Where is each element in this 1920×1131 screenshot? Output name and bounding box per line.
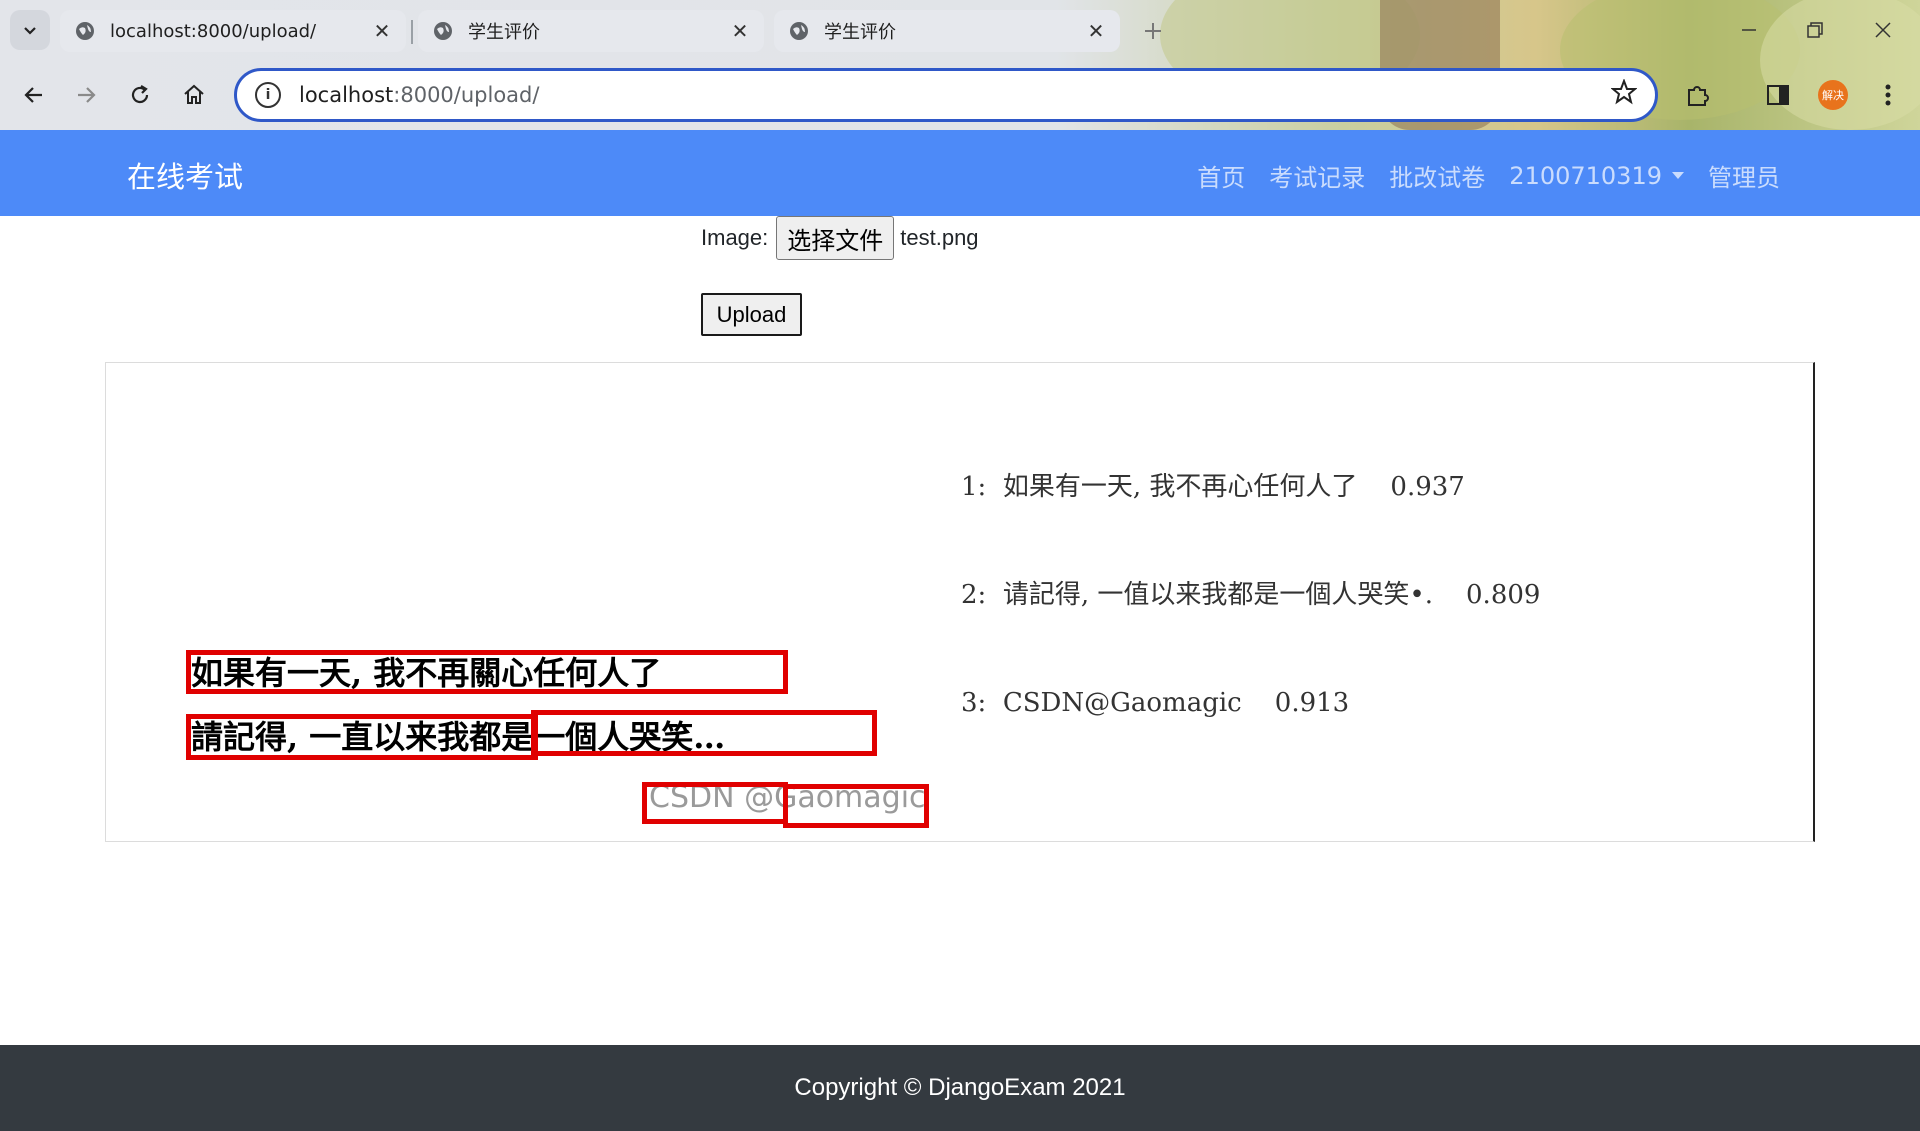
image-upload-row: Image: 选择文件 test.png — [701, 216, 979, 260]
detection-box — [531, 710, 877, 756]
reload-icon — [131, 85, 149, 104]
arrow-left-icon — [24, 87, 42, 103]
chevron-down-icon — [24, 27, 36, 35]
bookmark-star-icon[interactable] — [1610, 77, 1638, 112]
restore-button[interactable] — [1792, 10, 1838, 50]
ocr-results-list: 1: 如果有一天, 我不再心任何人了 0.937 2: 请記得, 一值以来我都是… — [961, 397, 1540, 793]
tab-title: 学生评价 — [468, 22, 540, 43]
upload-button[interactable]: Upload — [701, 293, 802, 336]
detection-box — [642, 782, 788, 824]
close-icon[interactable]: ✕ — [372, 19, 392, 43]
nav-link-exam-records[interactable]: 考试记录 — [1269, 158, 1365, 193]
new-tab-button[interactable] — [1136, 14, 1170, 48]
url-path: :8000/upload/ — [393, 83, 540, 107]
caret-down-icon — [1672, 172, 1684, 179]
side-panel-button[interactable] — [1756, 73, 1800, 117]
tab-title: localhost:8000/upload/ — [110, 20, 317, 42]
close-icon[interactable]: ✕ — [1086, 19, 1106, 43]
detection-box — [783, 784, 929, 828]
close-icon[interactable]: ✕ — [730, 19, 750, 43]
tab-student-eval-2[interactable]: 学生评价 ✕ — [774, 10, 1120, 52]
restore-icon — [1807, 22, 1823, 38]
ocr-result-line: 1: 如果有一天, 我不再心任何人了 0.937 — [961, 472, 1465, 502]
kebab-menu-icon — [1885, 84, 1891, 106]
detection-box — [186, 714, 538, 760]
back-button[interactable] — [12, 73, 56, 117]
nav-link-home[interactable]: 首页 — [1197, 158, 1245, 193]
arrow-right-icon — [78, 87, 96, 103]
globe-icon — [790, 22, 808, 40]
tab-student-eval-1[interactable]: 学生评价 ✕ — [418, 10, 764, 52]
ocr-result-line: 3: CSDN@Gaomagic 0.913 — [961, 688, 1350, 718]
forward-button[interactable] — [64, 73, 108, 117]
site-info-icon[interactable]: i — [255, 82, 281, 108]
site-footer: Copyright © DjangoExam 2021 — [0, 1045, 1920, 1131]
image-label: Image: — [701, 225, 769, 250]
url-text[interactable]: localhost:8000/upload/ — [299, 83, 1611, 107]
home-button[interactable] — [172, 73, 216, 117]
side-panel-icon — [1767, 85, 1789, 105]
minimize-icon — [1742, 29, 1756, 31]
tab-strip: localhost:8000/upload/ ✕ 学生评价 ✕ 学生评价 ✕ — [0, 0, 1920, 60]
address-bar[interactable]: i localhost:8000/upload/ — [234, 68, 1658, 122]
menu-button[interactable] — [1866, 73, 1910, 117]
minimize-button[interactable] — [1726, 10, 1772, 50]
reload-button[interactable] — [118, 73, 162, 117]
globe-icon — [434, 22, 452, 40]
star-icon — [1610, 77, 1638, 104]
ocr-result-image: 1: 如果有一天, 我不再心任何人了 0.937 2: 请記得, 一值以来我都是… — [105, 362, 1815, 842]
nav-link-admin[interactable]: 管理员 — [1708, 158, 1780, 193]
user-id: 2100710319 — [1509, 161, 1662, 190]
profile-avatar[interactable]: 解决 — [1818, 80, 1848, 110]
copyright-text: Copyright © DjangoExam 2021 — [794, 1074, 1126, 1101]
globe-icon — [76, 22, 94, 40]
nav-link-grade-papers[interactable]: 批改试卷 — [1389, 158, 1485, 193]
site-navbar: 在线考试 首页 考试记录 批改试卷 2100710319 管理员 — [0, 130, 1920, 216]
user-dropdown[interactable]: 2100710319 — [1509, 162, 1684, 190]
choose-file-button[interactable]: 选择文件 — [776, 216, 895, 260]
plus-icon — [1145, 23, 1161, 39]
home-icon — [184, 84, 204, 104]
detection-box — [186, 650, 788, 694]
tab-title: 学生评价 — [824, 22, 896, 43]
extensions-button[interactable] — [1676, 73, 1720, 117]
site-brand[interactable]: 在线考试 — [127, 154, 243, 196]
ocr-result-line: 2: 请記得, 一值以来我都是一個人哭笑•. 0.809 — [961, 580, 1541, 610]
close-icon — [1875, 22, 1891, 38]
puzzle-icon — [1688, 86, 1709, 106]
close-window-button[interactable] — [1860, 10, 1906, 50]
selected-file-name: test.png — [900, 225, 979, 250]
browser-toolbar: i localhost:8000/upload/ — [0, 62, 1920, 128]
url-host: localhost — [299, 83, 394, 107]
nav-links: 首页 考试记录 批改试卷 2100710319 管理员 — [1173, 158, 1780, 193]
tab-divider — [411, 20, 413, 44]
tab-search-button[interactable] — [10, 10, 50, 50]
tab-upload[interactable]: localhost:8000/upload/ ✕ — [60, 10, 406, 52]
